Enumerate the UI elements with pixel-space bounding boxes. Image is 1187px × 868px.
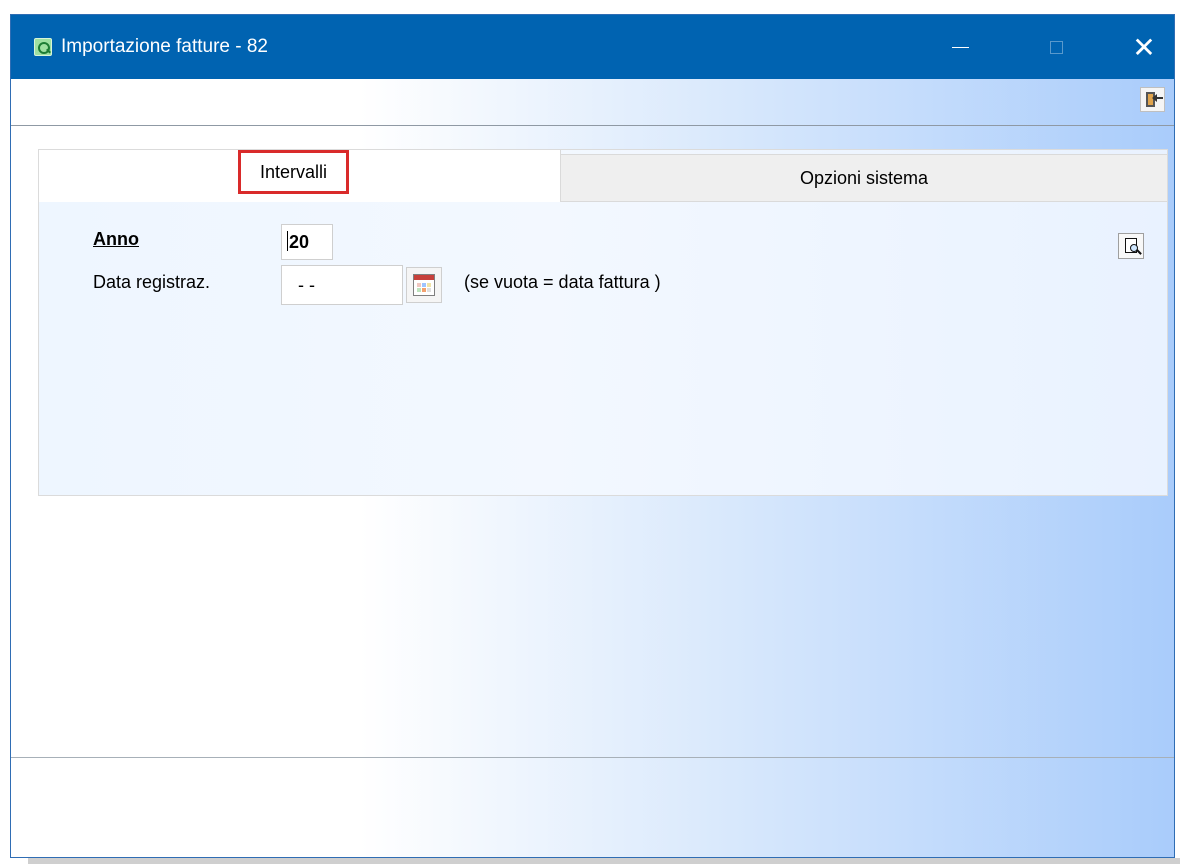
minimize-button[interactable]	[929, 15, 991, 79]
close-icon: ✕	[1132, 31, 1156, 63]
app-search-icon	[34, 38, 52, 56]
calendar-icon	[413, 274, 435, 296]
anno-label: Anno	[93, 229, 139, 249]
exit-button[interactable]	[1140, 87, 1165, 112]
exit-arrow-icon	[1152, 94, 1163, 102]
tab-intervalli[interactable]: Intervalli	[39, 150, 561, 202]
date-hint: (se vuota = data fattura )	[464, 272, 661, 292]
registration-date-input[interactable]: - -	[281, 265, 403, 305]
tab-opzioni-sistema[interactable]: Opzioni sistema	[561, 154, 1167, 202]
minimize-icon	[951, 46, 969, 48]
document-search-icon	[1125, 238, 1138, 253]
close-button[interactable]: ✕	[1113, 15, 1174, 79]
maximize-button[interactable]	[1025, 15, 1087, 79]
bottom-divider	[11, 757, 1174, 758]
window-title: Importazione fatture - 82	[61, 36, 268, 57]
toolbar	[11, 79, 1174, 126]
anno-input[interactable]: 20	[281, 224, 333, 260]
tab-opzioni-sistema-label: Opzioni sistema	[799, 167, 929, 188]
anno-value: 20	[289, 232, 310, 252]
calendar-button[interactable]	[406, 267, 442, 303]
tab-intervalli-highlight: Intervalli	[238, 150, 349, 194]
tab-intervalli-label: Intervalli	[259, 161, 328, 182]
tab-panel: Intervalli Opzioni sistema Anno 20 Data …	[38, 149, 1168, 496]
window-shadow	[28, 858, 1180, 864]
maximize-icon	[1049, 40, 1063, 54]
registration-date-label: Data registraz.	[93, 272, 211, 292]
document-search-button[interactable]	[1118, 233, 1144, 259]
title-bar[interactable]: Importazione fatture - 82 ✕	[11, 15, 1174, 79]
text-caret	[287, 231, 288, 251]
import-invoices-window: Importazione fatture - 82 ✕ Intervalli O…	[10, 14, 1175, 858]
